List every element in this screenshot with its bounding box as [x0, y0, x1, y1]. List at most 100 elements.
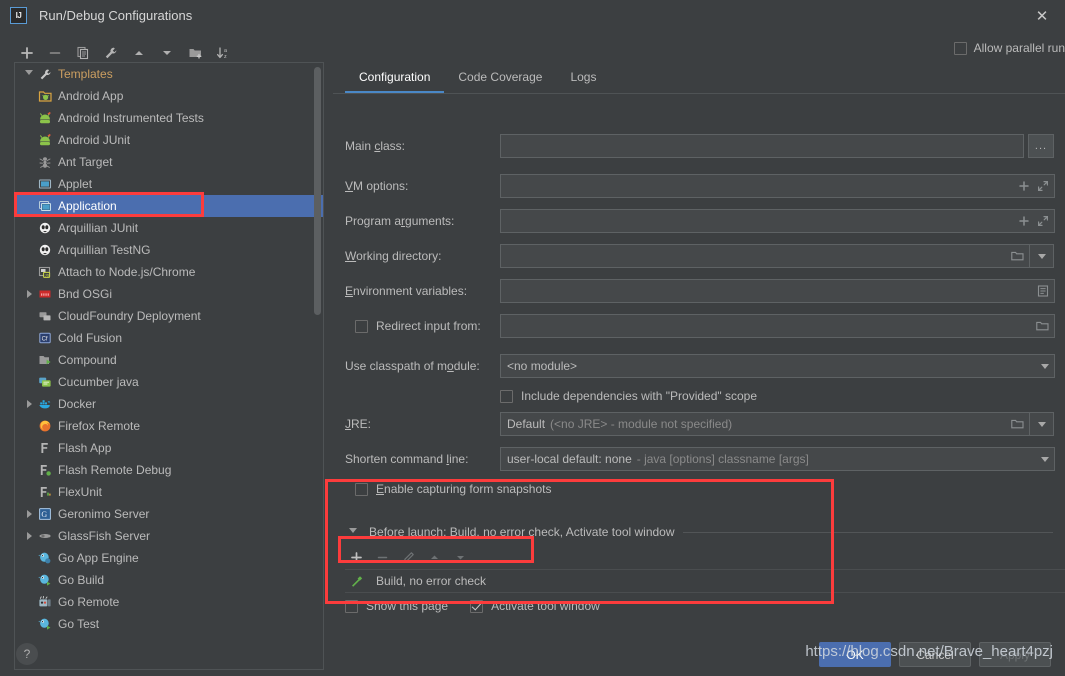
- before-launch-header[interactable]: Before launch: Build, no error check, Ac…: [345, 524, 1053, 540]
- include-provided-scope-checkbox[interactable]: [500, 389, 513, 403]
- tree-scroll-area[interactable]: Templates Android App Android Instrument…: [15, 63, 323, 669]
- tree-item-go-build[interactable]: Go Build: [15, 569, 323, 591]
- pencil-icon[interactable]: [397, 547, 419, 567]
- tree-item-go-remote[interactable]: Go Remote: [15, 591, 323, 613]
- insert-macro-icon[interactable]: [1018, 180, 1030, 192]
- main-class-browse-button[interactable]: ...: [1028, 134, 1054, 158]
- folder-icon[interactable]: [1011, 250, 1024, 262]
- shorten-command-line-dropdown[interactable]: user-local default: none - java [options…: [500, 447, 1055, 471]
- expand-editor-icon[interactable]: [1037, 215, 1049, 227]
- expand-editor-icon[interactable]: [1037, 180, 1049, 192]
- help-button[interactable]: ?: [16, 643, 38, 665]
- show-this-page-checkbox[interactable]: [345, 599, 358, 613]
- tree-item-go-test[interactable]: Go Test: [15, 613, 323, 635]
- tree-item-cold-fusion[interactable]: Cf Cold Fusion: [15, 327, 323, 349]
- tree-item-flash-app[interactable]: Flash App: [15, 437, 323, 459]
- environment-variables-input[interactable]: [500, 279, 1055, 303]
- task-move-down-button[interactable]: [449, 547, 471, 567]
- include-provided-scope-row[interactable]: Include dependencies with "Provided" sco…: [500, 389, 757, 403]
- applet-icon: [37, 176, 53, 192]
- tree-item-bnd-osgi[interactable]: Bnd OSGi: [15, 283, 323, 305]
- configurations-tree[interactable]: Templates Android App Android Instrument…: [14, 62, 324, 670]
- tree-expander-geronimo[interactable]: [21, 506, 37, 522]
- tree-expander-docker[interactable]: [21, 396, 37, 412]
- add-task-button[interactable]: [345, 547, 367, 567]
- tree-item-templates[interactable]: Templates: [15, 63, 323, 85]
- main-class-input[interactable]: [500, 134, 1024, 158]
- tree-item-flexunit[interactable]: FlexUnit: [15, 481, 323, 503]
- program-arguments-input[interactable]: [500, 209, 1055, 233]
- tree-item-flash-remote-debug[interactable]: Flash Remote Debug: [15, 459, 323, 481]
- apply-button[interactable]: Apply: [979, 642, 1051, 667]
- redirect-input-label-group: Redirect input from:: [345, 319, 500, 333]
- enable-capturing-row[interactable]: Enable capturing form snapshots: [355, 482, 551, 496]
- before-launch-divider: [682, 531, 1053, 533]
- tree-item-label: Arquillian TestNG: [58, 243, 151, 257]
- tree-item-attach-to-nodejs-chrome[interactable]: JS Attach to Node.js/Chrome: [15, 261, 323, 283]
- close-icon[interactable]: ✕: [1019, 0, 1065, 31]
- tree-item-applet[interactable]: Applet: [15, 173, 323, 195]
- tree-item-android-app[interactable]: Android App: [15, 85, 323, 107]
- vm-options-input[interactable]: [500, 174, 1055, 198]
- jre-dropdown-button[interactable]: [1030, 412, 1054, 436]
- insert-macro-icon[interactable]: [1018, 215, 1030, 227]
- ok-button[interactable]: OK: [819, 642, 891, 667]
- go-icon: [37, 616, 53, 632]
- include-provided-scope-label: Include dependencies with "Provided" sco…: [521, 389, 758, 403]
- tree-item-label: Geronimo Server: [58, 507, 150, 521]
- tree-item-glassfish-server[interactable]: GlassFish Server: [15, 525, 323, 547]
- activate-tool-window-checkbox[interactable]: [470, 599, 484, 613]
- tree-expander-glassfish[interactable]: [21, 528, 37, 544]
- redirect-input-checkbox[interactable]: [355, 319, 368, 333]
- chevron-down-icon[interactable]: [1041, 363, 1049, 369]
- tree-item-geronimo-server[interactable]: G Geronimo Server: [15, 503, 323, 525]
- jre-input[interactable]: Default (<no JRE> - module not specified…: [500, 412, 1030, 436]
- tree-item-go-app-engine[interactable]: Go App Engine: [15, 547, 323, 569]
- enable-capturing-checkbox[interactable]: [355, 482, 368, 496]
- tree-item-label: Attach to Node.js/Chrome: [58, 265, 196, 279]
- before-launch-task-list[interactable]: Build, no error check: [345, 569, 1065, 593]
- tree-expander-templates[interactable]: [21, 66, 37, 82]
- edit-list-icon[interactable]: [1037, 285, 1049, 297]
- tree-item-cucumber-java[interactable]: Cucumber java: [15, 371, 323, 393]
- tree-item-label: Cold Fusion: [58, 331, 123, 345]
- allow-parallel-run-row[interactable]: Allow parallel run: [953, 41, 1065, 55]
- before-launch-expander[interactable]: [345, 524, 361, 540]
- use-classpath-of-module-dropdown[interactable]: <no module>: [500, 354, 1055, 378]
- tree-item-label: Arquillian JUnit: [58, 221, 139, 235]
- tree-item-docker[interactable]: Docker: [15, 393, 323, 415]
- task-move-up-button[interactable]: [423, 547, 445, 567]
- tree-item-firefox-remote[interactable]: Firefox Remote: [15, 415, 323, 437]
- chevron-down-icon[interactable]: [1041, 456, 1049, 462]
- tab-code-coverage[interactable]: Code Coverage: [444, 66, 556, 93]
- tree-item-arquillian-testng[interactable]: Arquillian TestNG: [15, 239, 323, 261]
- remove-task-button[interactable]: [371, 547, 393, 567]
- tree-item-arquillian-junit[interactable]: Arquillian JUnit: [15, 217, 323, 239]
- tree-item-application[interactable]: Application: [15, 195, 323, 217]
- tree-item-android-instrumented-tests[interactable]: Android Instrumented Tests: [15, 107, 323, 129]
- tab-logs[interactable]: Logs: [556, 66, 610, 93]
- tree-item-ant-target[interactable]: Ant Target: [15, 151, 323, 173]
- tab-configuration[interactable]: Configuration: [345, 66, 445, 93]
- tree-item-android-junit[interactable]: Android JUnit: [15, 129, 323, 151]
- tree-expander-bnd-osgi[interactable]: [21, 286, 37, 302]
- tree-item-cloudfoundry-deployment[interactable]: CloudFoundry Deployment: [15, 305, 323, 327]
- tree-item-label: Go Test: [58, 617, 100, 631]
- allow-parallel-run-checkbox[interactable]: [953, 41, 967, 55]
- working-directory-input[interactable]: [500, 244, 1030, 268]
- cancel-button[interactable]: Cancel: [899, 642, 971, 667]
- folder-icon[interactable]: [1011, 418, 1024, 430]
- redirect-input-path-input[interactable]: [500, 314, 1055, 338]
- folder-icon[interactable]: [1036, 320, 1049, 332]
- details-tabs[interactable]: Configuration Code Coverage Logs: [345, 64, 610, 93]
- show-this-page-label: Show this page: [366, 599, 449, 613]
- tree-item-compound[interactable]: Compound: [15, 349, 323, 371]
- tree-vertical-scrollbar[interactable]: [314, 67, 321, 315]
- vm-options-field-icons: [1018, 175, 1049, 197]
- working-directory-dropdown-button[interactable]: [1030, 244, 1054, 268]
